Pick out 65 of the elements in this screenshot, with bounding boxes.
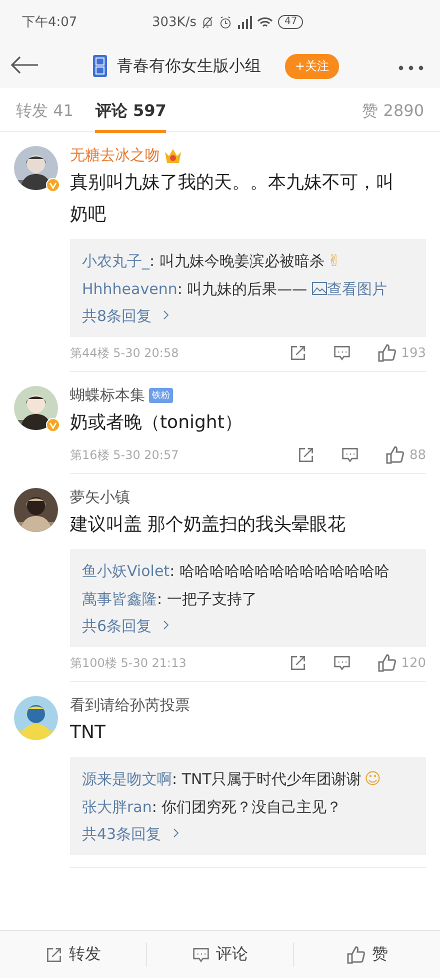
user-name[interactable]: 无糖去冰之吻 — [70, 146, 160, 165]
reply-user[interactable]: Hhhheavenn — [82, 280, 178, 298]
comment-meta: 第100楼 5-30 21:13 — [70, 654, 188, 672]
share-icon — [297, 446, 316, 464]
comment-text: TNT — [70, 721, 106, 745]
user-name[interactable]: 看到请给孙芮投票 — [70, 696, 190, 715]
view-image-link[interactable]: 查看图片 — [326, 280, 387, 298]
chevron-right-icon — [162, 309, 170, 321]
group-icon — [92, 55, 107, 77]
thumbs-up-icon — [385, 445, 406, 465]
share-icon — [45, 946, 63, 964]
emoji: ☺ — [364, 769, 382, 788]
comment-icon — [341, 446, 360, 464]
reply-user[interactable]: 萬事皆鑫隆 — [82, 590, 157, 608]
reply-text: : 哈哈哈哈哈哈哈哈哈哈哈哈哈哈 — [170, 562, 390, 580]
reply-user[interactable]: 张大胖ran — [82, 798, 152, 816]
reply-text: : 一把子支持了 — [157, 590, 257, 608]
share-icon — [289, 654, 308, 672]
comment-text: 建议叫盖 那个奶盖扫的我头晕眼花 — [70, 513, 347, 537]
comment-meta: 第44楼 5-30 20:58 — [70, 344, 180, 362]
reply-text: : 叫九妹的后果—— — [177, 280, 308, 298]
repost-button[interactable]: 转发 — [0, 942, 147, 966]
thumbs-up-icon — [377, 343, 398, 363]
follow-button[interactable]: +关注 — [284, 54, 340, 78]
comment-icon — [333, 344, 352, 362]
more-replies-link[interactable]: 共8条回复 — [82, 303, 170, 329]
group-title: 青春有你女生版小组 — [116, 56, 261, 76]
like-button[interactable]: 赞 — [294, 942, 440, 966]
share-icon — [289, 344, 308, 362]
reply-user[interactable]: 小农丸子_ — [82, 252, 150, 270]
reply-text: : TNT只属于时代少年团谢谢 — [172, 770, 362, 788]
tab[interactable]: 赞 2890 — [362, 92, 424, 132]
bell-off-icon — [201, 16, 214, 28]
tab[interactable]: 评论 597 — [95, 92, 166, 132]
like-button[interactable]: 193 — [351, 343, 426, 363]
comment-text: 奶或者晚（tonight） — [70, 411, 244, 435]
user-name[interactable]: 蝴蝶标本集 — [70, 386, 145, 405]
signal-icon — [237, 16, 252, 28]
more-replies-link[interactable]: 共6条回复 — [82, 613, 170, 639]
comment-icon — [192, 946, 210, 964]
comment-meta: 第16楼 5-30 20:57 — [70, 446, 180, 464]
chevron-right-icon — [162, 619, 170, 631]
image-icon — [312, 282, 327, 295]
comment-icon — [333, 654, 352, 672]
clock: 下午4:07 — [22, 14, 78, 31]
comment-text: 真别叫九妹了我的天。。本九妹不可，叫奶吧 — [70, 171, 395, 227]
reply-text: : 你们团穷死？没自己主见？ — [152, 798, 342, 816]
like-button[interactable]: 120 — [351, 653, 426, 673]
network-speed: 303K/s — [152, 14, 196, 30]
tab[interactable]: 转发 41 — [16, 92, 74, 132]
user-name[interactable]: 夢矢小镇 — [70, 488, 130, 507]
reply-text: : 叫九妹今晚姜滨必被暗杀 — [150, 252, 324, 270]
fan-badge: 铁粉 — [149, 388, 173, 403]
thumbs-up-icon — [346, 944, 366, 964]
comment-button[interactable]: 评论 — [147, 942, 294, 966]
reply-user[interactable]: 源来是吻文啊 — [82, 770, 172, 788]
alarm-icon — [219, 16, 232, 28]
battery-level: 47 — [278, 15, 304, 29]
more-replies-link[interactable]: 共43条回复 — [82, 821, 180, 847]
chevron-right-icon — [172, 827, 180, 839]
reply-user[interactable]: 鱼小妖Violet — [82, 562, 170, 580]
wifi-icon — [257, 16, 274, 28]
emoji: ✌ — [327, 251, 341, 270]
thumbs-up-icon — [377, 653, 398, 673]
like-button[interactable]: 88 — [359, 445, 426, 465]
